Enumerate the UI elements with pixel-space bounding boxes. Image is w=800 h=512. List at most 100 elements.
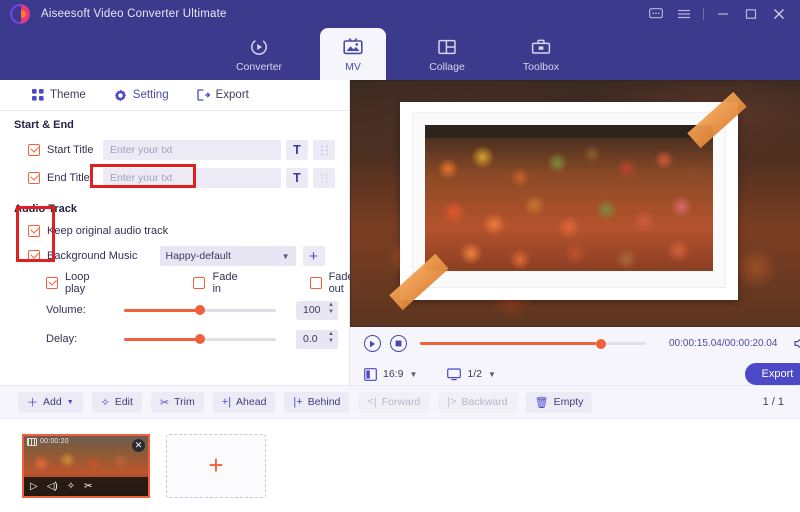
settings-panel: Theme Setting Export Start & End Start T…	[0, 80, 354, 385]
end-title-label: End Title	[47, 172, 90, 184]
fade-in-checkbox[interactable]	[193, 277, 206, 289]
move-backward-icon: |>	[447, 396, 457, 408]
app-title: Aiseesoft Video Converter Ultimate	[41, 8, 227, 20]
backward-label: Backward	[461, 396, 508, 408]
empty-button[interactable]: 🗑 Empty	[525, 391, 593, 413]
speaker-icon[interactable]	[794, 337, 800, 350]
start-title-label: Start Title	[47, 144, 94, 156]
effects-icon[interactable]: ✧	[67, 481, 75, 492]
delay-row: Delay: 0.0 ▲ ▼	[0, 326, 349, 352]
loop-play-label: Loop play	[65, 271, 90, 295]
title-bar: Aiseesoft Video Converter Ultimate	[0, 0, 800, 28]
insert-behind-icon: |+	[293, 396, 303, 408]
add-clip-placeholder[interactable]: +	[166, 433, 266, 498]
tab-setting[interactable]: Setting	[100, 80, 183, 111]
keep-original-checkbox[interactable]	[28, 224, 40, 237]
start-title-checkbox[interactable]	[28, 144, 40, 156]
nav-item-mv[interactable]: MV	[320, 28, 386, 80]
chat-icon[interactable]	[643, 2, 669, 26]
background-music-select[interactable]: Happy-default ▼	[159, 246, 296, 266]
sub-tabs: Theme Setting Export	[0, 80, 349, 111]
ahead-label: Ahead	[236, 396, 267, 408]
chevron-down-icon: ▼	[281, 251, 290, 261]
delay-stepper[interactable]: 0.0 ▲ ▼	[296, 329, 338, 349]
loop-play-option[interactable]: Loop play	[46, 271, 89, 295]
stepper-arrows-icon[interactable]: ▲ ▼	[328, 331, 334, 344]
volume-slider[interactable]	[124, 305, 276, 315]
aspect-ratio-icon	[364, 367, 377, 381]
chevron-down-icon: ▼	[409, 369, 418, 379]
monitor-icon	[447, 367, 462, 380]
trim-label: Trim	[174, 396, 195, 408]
application-window: Aiseesoft Video Converter Ultimate Conve…	[0, 0, 800, 512]
volume-icon[interactable]: ◁)	[47, 481, 58, 492]
close-icon[interactable]	[766, 2, 792, 26]
delay-slider[interactable]	[124, 334, 276, 344]
add-music-button[interactable]: +	[302, 246, 325, 266]
nav-item-collage[interactable]: Collage	[414, 28, 480, 80]
backward-button[interactable]: |> Backward	[438, 391, 517, 413]
end-title-drag-button[interactable]	[313, 168, 335, 188]
minimize-icon[interactable]	[710, 2, 736, 26]
forward-label: Forward	[381, 396, 421, 408]
seek-knob[interactable]	[596, 338, 607, 349]
loop-play-checkbox[interactable]	[46, 277, 58, 289]
trash-icon: 🗑	[534, 396, 549, 409]
edit-button[interactable]: ✧ Edit	[91, 391, 142, 413]
cut-icon[interactable]: ✂	[84, 481, 92, 492]
zoom-select[interactable]: 1/2 ▼	[447, 367, 496, 381]
trim-button[interactable]: ✂ Trim	[150, 391, 204, 413]
aspect-ratio-select[interactable]: 16:9 ▼	[364, 367, 418, 381]
nav-item-converter[interactable]: Converter	[226, 28, 292, 80]
volume-row: Volume: 100 ▲ ▼	[0, 297, 349, 323]
start-title-text-button[interactable]: T	[286, 140, 308, 160]
start-title-drag-button[interactable]	[313, 140, 335, 160]
tab-export[interactable]: Export	[183, 80, 263, 111]
clip-toolbar: ＋ Add ▼ ✧ Edit ✂ Trim +| Ahead |+ Behind…	[0, 385, 800, 418]
converter-icon	[248, 36, 270, 58]
grid-icon	[32, 89, 44, 101]
delay-value: 0.0	[303, 333, 318, 345]
seek-bar[interactable]	[420, 338, 646, 349]
volume-slider-knob[interactable]	[195, 305, 205, 315]
clip-thumbnail[interactable]: 00:00:20 ✕ ▷ ◁) ✧ ✂	[22, 433, 150, 498]
forward-button[interactable]: <| Forward	[358, 391, 430, 413]
hamburger-icon[interactable]	[671, 2, 697, 26]
tab-label-theme: Theme	[50, 89, 86, 101]
end-title-checkbox[interactable]	[28, 172, 40, 184]
aspect-ratio-value: 16:9	[383, 368, 404, 380]
end-title-input[interactable]	[103, 168, 281, 188]
edit-label: Edit	[114, 396, 133, 408]
export-button[interactable]: Export	[745, 363, 800, 385]
preview-panel: 00:00:15.04/00:00:20.04 16:9 ▼ 1/2 ▼ Exp…	[350, 80, 800, 385]
playback-row: 00:00:15.04/00:00:20.04	[364, 335, 800, 352]
stop-icon[interactable]	[390, 335, 407, 352]
start-title-input[interactable]	[103, 140, 281, 160]
toolbox-icon	[530, 36, 552, 58]
move-forward-icon: <|	[367, 396, 377, 408]
end-title-text-button[interactable]: T	[286, 168, 308, 188]
play-icon[interactable]: ▷	[30, 481, 38, 492]
background-music-checkbox[interactable]	[28, 250, 40, 262]
main-nav: Converter MV Collage Toolbox	[0, 28, 800, 80]
stepper-arrows-icon[interactable]: ▲ ▼	[328, 302, 334, 315]
ahead-button[interactable]: +| Ahead	[212, 391, 276, 413]
volume-stepper[interactable]: 100 ▲ ▼	[296, 300, 338, 320]
page-indicator: 1 / 1	[762, 396, 784, 408]
play-icon[interactable]	[364, 335, 381, 352]
clip-remove-button[interactable]: ✕	[132, 438, 145, 452]
maximize-icon[interactable]	[738, 2, 764, 26]
video-preview[interactable]	[350, 80, 800, 327]
tab-theme[interactable]: Theme	[18, 80, 100, 111]
behind-button[interactable]: |+ Behind	[284, 391, 350, 413]
nav-item-toolbox[interactable]: Toolbox	[508, 28, 574, 80]
keep-original-label: Keep original audio track	[47, 224, 169, 237]
nav-label-toolbox: Toolbox	[522, 60, 560, 73]
delay-slider-knob[interactable]	[195, 334, 205, 344]
fade-out-checkbox[interactable]	[309, 277, 322, 289]
add-button[interactable]: ＋ Add ▼	[18, 391, 83, 413]
preview-photo	[425, 125, 713, 271]
fade-in-option[interactable]: Fade in	[193, 271, 238, 295]
clip-duration-bar: 00:00:20	[24, 436, 148, 448]
fade-out-option[interactable]: Fade out	[309, 271, 354, 295]
